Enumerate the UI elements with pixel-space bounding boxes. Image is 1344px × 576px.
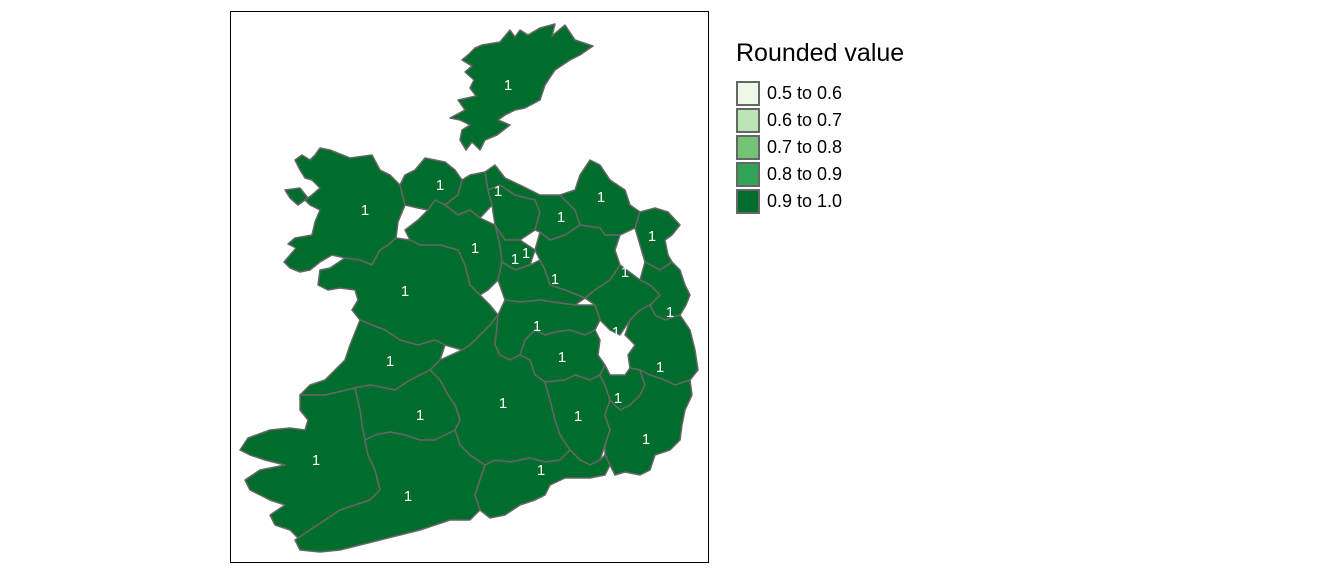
county-label: 1 [504, 77, 512, 94]
legend-label: 0.9 to 1.0 [767, 191, 843, 211]
county-label: 1 [642, 431, 650, 448]
county-label: 1 [558, 349, 566, 366]
legend-swatch [736, 161, 760, 187]
county-label: 1 [574, 408, 582, 425]
county-label: 1 [612, 324, 620, 341]
county-label: 1 [494, 183, 502, 200]
county-label: 1 [499, 395, 507, 412]
county-label: 1 [656, 359, 664, 376]
county-label: 1 [386, 353, 394, 370]
county-label: 1 [621, 264, 629, 281]
choropleth-map: 111 111111111111 111111111111 [239, 23, 699, 553]
legend-label: 0.7 to 0.8 [767, 137, 843, 157]
county-label: 1 [666, 304, 674, 321]
legend-swatch [736, 188, 760, 214]
county-label: 1 [597, 189, 605, 206]
legend-item: 0.5 to 0.6 [736, 80, 904, 107]
county-label: 1 [401, 283, 409, 300]
county-label: 1 [471, 240, 479, 257]
county-label: 1 [361, 202, 369, 219]
legend-swatch [736, 107, 760, 133]
county-label: 1 [648, 228, 656, 245]
legend-swatch [736, 134, 760, 160]
legend-item: 0.6 to 0.7 [736, 107, 904, 134]
legend-label: 0.8 to 0.9 [767, 164, 843, 184]
county-label: 1 [551, 271, 559, 288]
county-down[interactable] [634, 207, 681, 271]
legend-swatch [736, 81, 760, 106]
county-label: 1 [557, 209, 565, 226]
legend-title: Rounded value [736, 39, 905, 67]
county-label: 1 [614, 390, 622, 407]
county-donegal[interactable] [449, 23, 594, 151]
county-label: 1 [533, 318, 541, 335]
legend-item: 0.7 to 0.8 [736, 134, 904, 161]
legend-label: 0.5 to 0.6 [767, 83, 843, 103]
county-label: 1 [537, 462, 545, 479]
county-label: 1 [416, 407, 424, 424]
legend-item: 0.9 to 1.0 [736, 188, 904, 215]
legend-label: 0.6 to 0.7 [767, 110, 843, 130]
county-label: 1 [404, 488, 412, 505]
county-label: 1 [522, 245, 530, 262]
county-label: 1 [436, 177, 444, 194]
legend-item: 0.8 to 0.9 [736, 161, 904, 188]
legend: Rounded value 0.5 to 0.6 0.6 to 0.7 0.7 to… [736, 38, 904, 215]
county-label: 1 [312, 452, 320, 469]
county-label: 1 [511, 251, 519, 268]
